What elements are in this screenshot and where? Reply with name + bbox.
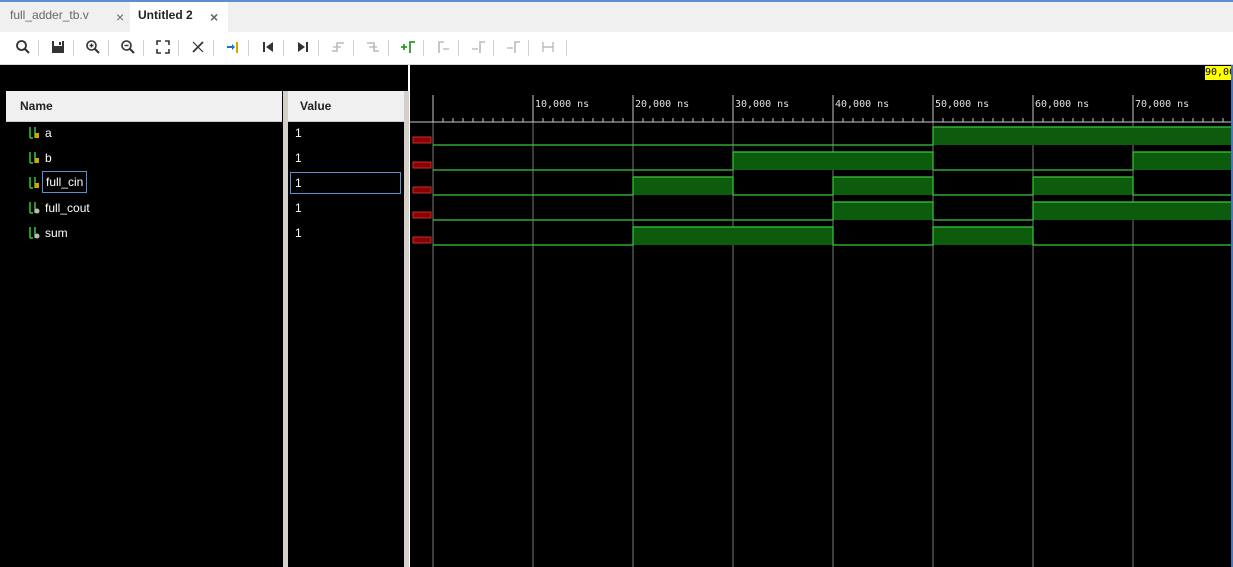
signal-marker — [412, 211, 432, 219]
column-divider[interactable] — [283, 91, 288, 567]
ruler-tick-label: 70,000 ns — [1135, 99, 1189, 110]
signal-name: full_cout — [45, 201, 90, 215]
signal-panel — [0, 65, 408, 567]
signal-icon — [29, 177, 39, 189]
waveform-high-segment — [733, 152, 833, 170]
waveform-high-segment — [1133, 127, 1233, 145]
signal-value: 1 — [295, 151, 302, 165]
tab-label: Untitled 2 — [138, 8, 193, 22]
waveform-sum[interactable] — [433, 226, 1233, 246]
signal-icon — [29, 202, 40, 214]
ruler-tick-label: 20,000 ns — [635, 99, 689, 110]
tab-full-adder-tb[interactable]: full_adder_tb.v × — [0, 2, 130, 32]
tab-untitled-2[interactable]: Untitled 2 × — [130, 2, 228, 32]
ruler-tick-label: 40,000 ns — [835, 99, 889, 110]
waveform-high-segment — [1033, 177, 1133, 195]
signal-name: sum — [45, 226, 68, 240]
previous-marker-icon[interactable] — [432, 36, 454, 58]
signal-value: 1 — [295, 226, 302, 240]
ruler-tick-label: 10,000 ns — [535, 99, 589, 110]
waveform-high-segment — [733, 227, 833, 245]
waveform-high-segment — [833, 177, 933, 195]
ruler-tick-label: 30,000 ns — [735, 99, 789, 110]
waveform-canvas[interactable]: 10,000 ns 20,000 ns 30,000 ns 40,000 ns 50,0… — [410, 65, 1233, 567]
waveform-high-segment — [1033, 202, 1133, 220]
save-icon[interactable] — [47, 36, 69, 58]
go-to-cursor-icon[interactable] — [222, 36, 244, 58]
signal-marker — [412, 136, 432, 144]
signal-marker — [412, 186, 432, 194]
waveform-panel[interactable]: 10,000 ns 20,000 ns 30,000 ns 40,000 ns 50,0… — [410, 65, 1233, 567]
close-icon[interactable]: × — [116, 2, 124, 32]
snap-icon[interactable] — [537, 36, 559, 58]
waveform-high-segment — [1133, 202, 1233, 220]
add-marker-icon[interactable] — [397, 36, 419, 58]
signal-icon — [29, 152, 39, 164]
cursor-icon[interactable] — [187, 36, 209, 58]
previous-transition-icon[interactable] — [327, 36, 349, 58]
waveform-high-segment — [1133, 152, 1233, 170]
waveform-high-segment — [1033, 127, 1133, 145]
close-icon[interactable]: × — [210, 2, 218, 32]
ruler-tick-label: 50,000 ns — [935, 99, 989, 110]
value-column-header[interactable]: Value — [288, 91, 404, 122]
zoom-out-icon[interactable] — [117, 36, 139, 58]
ruler-tick-label: 60,000 ns — [1035, 99, 1089, 110]
next-transition-icon[interactable] — [362, 36, 384, 58]
pane-divider[interactable] — [404, 91, 409, 567]
tab-label: full_adder_tb.v — [10, 8, 89, 22]
waveform-high-segment — [633, 177, 733, 195]
search-icon[interactable] — [12, 36, 34, 58]
name-column-header[interactable]: Name — [6, 91, 282, 122]
waveform-high-segment — [933, 127, 1033, 145]
next-marker-icon[interactable] — [467, 36, 489, 58]
zoom-fit-icon[interactable] — [152, 36, 174, 58]
swap-cursors-icon[interactable] — [502, 36, 524, 58]
waveform-high-segment — [633, 227, 733, 245]
go-to-start-icon[interactable] — [257, 36, 279, 58]
cursor-time-label[interactable]: 90,000 ns — [1205, 66, 1233, 80]
value-selection — [290, 172, 401, 194]
signal-icon — [29, 127, 39, 139]
signal-name: full_cin — [42, 171, 88, 193]
signal-value: 1 — [295, 176, 302, 190]
toolbar — [0, 32, 1233, 65]
signal-name: b — [45, 151, 52, 165]
signal-name: a — [45, 126, 52, 140]
signal-value: 1 — [295, 201, 302, 215]
signal-value: 1 — [295, 126, 302, 140]
signal-marker — [412, 161, 432, 169]
tab-bar: full_adder_tb.v × Untitled 2 × — [0, 0, 1233, 32]
zoom-in-icon[interactable] — [82, 36, 104, 58]
signal-marker — [412, 236, 432, 244]
waveform-high-segment — [833, 152, 933, 170]
go-to-end-icon[interactable] — [292, 36, 314, 58]
value-header-label: Value — [300, 99, 332, 113]
waveform-high-segment — [933, 227, 1033, 245]
name-header-label: Name — [20, 99, 53, 113]
waveform-high-segment — [833, 202, 933, 220]
signal-icon — [29, 227, 40, 239]
